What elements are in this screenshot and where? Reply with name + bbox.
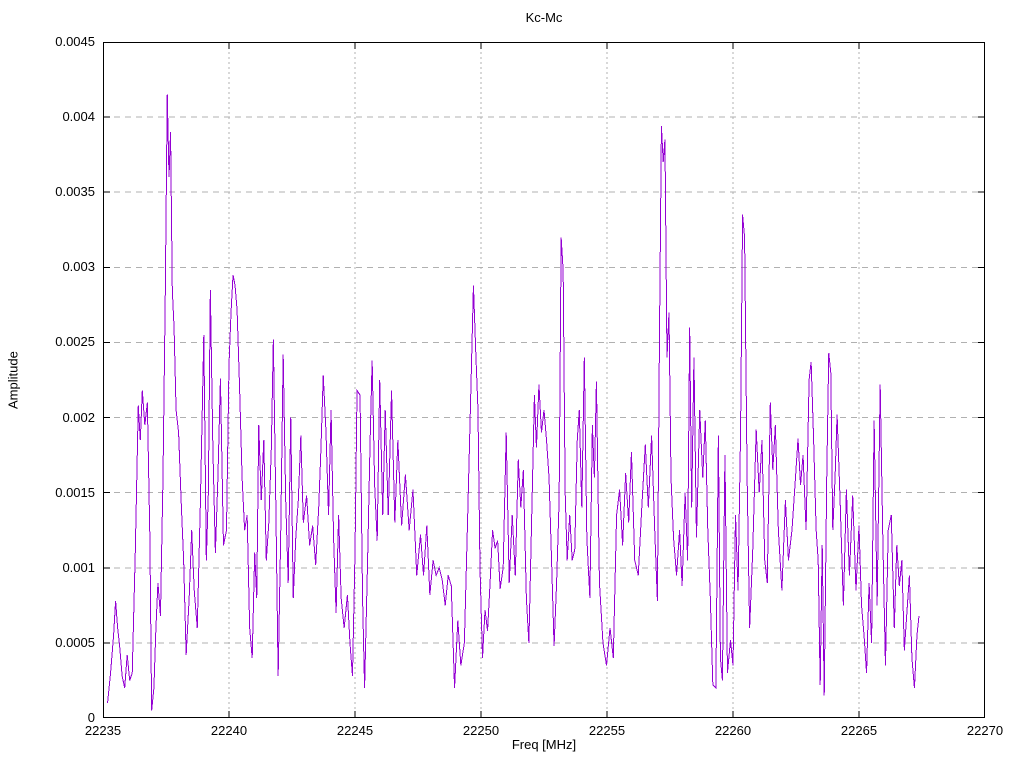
y-tick-label: 0.0005 xyxy=(55,634,95,650)
y-tick-label: 0.0035 xyxy=(55,184,95,200)
x-axis-label: Freq [MHz] xyxy=(511,737,577,752)
y-tick-label: 0.0025 xyxy=(55,334,95,350)
y-tick-label: 0.002 xyxy=(62,409,95,425)
y-tick-label: 0.0015 xyxy=(55,484,95,500)
y-tick-label: 0.004 xyxy=(62,109,95,125)
x-tick-label: 22260 xyxy=(714,723,752,738)
x-tick-label: 22245 xyxy=(336,723,374,738)
y-tick-label: 0.001 xyxy=(62,559,95,575)
x-tick-label: 22255 xyxy=(588,723,626,738)
chart-title: Kc-Mc xyxy=(525,10,563,25)
x-tick-label: 22270 xyxy=(966,723,1004,738)
x-tick-label: 22265 xyxy=(840,723,878,738)
y-tick-label: 0.003 xyxy=(62,259,95,275)
y-tick-label: 0.0045 xyxy=(55,34,95,49)
x-tick-label: 22250 xyxy=(462,723,500,738)
x-tick-label: 22235 xyxy=(84,723,122,738)
y-tick-label: 0 xyxy=(87,710,95,725)
x-tick-label: 22240 xyxy=(210,723,248,738)
plot-border xyxy=(103,42,985,718)
chart-window: Kc-Mc Amplitude Freq [MHz] 22235 22240 222… xyxy=(0,0,1024,768)
plot-area xyxy=(103,42,985,718)
y-axis-label: Amplitude xyxy=(5,351,21,409)
